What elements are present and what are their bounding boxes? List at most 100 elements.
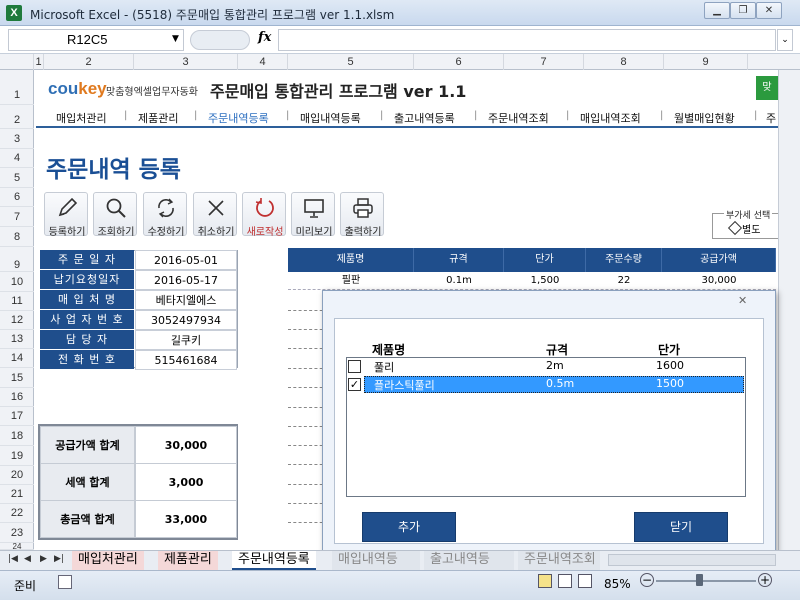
- sheet-tab-purchase-register[interactable]: 매입내역등: [332, 551, 420, 570]
- row-header[interactable]: 23: [0, 523, 34, 543]
- row-header[interactable]: 10: [0, 272, 34, 292]
- expand-formula-bar-icon[interactable]: ⌄: [777, 29, 793, 51]
- row-header[interactable]: 16: [0, 388, 34, 407]
- column-header[interactable]: 8: [584, 54, 664, 70]
- row-header[interactable]: 7: [0, 207, 34, 227]
- zoom-slider[interactable]: [656, 580, 756, 582]
- zoom-level[interactable]: 85%: [604, 577, 631, 591]
- row-header[interactable]: 8: [0, 227, 34, 247]
- sheet-tab-product[interactable]: 제품관리: [158, 551, 218, 570]
- table-cell[interactable]: 1,500: [504, 272, 586, 290]
- close-dialog-button[interactable]: 닫기: [634, 512, 728, 542]
- close-window-icon[interactable]: ✕: [756, 2, 782, 19]
- column-header[interactable]: 9: [664, 54, 748, 70]
- name-box[interactable]: R12C5: [8, 29, 184, 51]
- vendor-name-field[interactable]: 베타지엘에스: [135, 290, 237, 310]
- tab-last-icon[interactable]: ▶|: [54, 554, 64, 564]
- list-item-checkbox-checked[interactable]: ✓: [348, 378, 361, 391]
- register-button[interactable]: 등록하기: [44, 192, 88, 238]
- nav-item-order-search[interactable]: 주문내역조회: [488, 110, 549, 126]
- row-header[interactable]: 3: [0, 129, 34, 149]
- green-shortcut-button[interactable]: 맞: [756, 76, 778, 100]
- search-button[interactable]: 조회하기: [93, 192, 137, 238]
- list-item-checkbox[interactable]: [348, 360, 361, 373]
- grand-total-value: 33,000: [135, 500, 237, 538]
- nav-item-vendor[interactable]: 매입처관리: [56, 110, 107, 126]
- row-header[interactable]: 9: [0, 247, 34, 272]
- row-header[interactable]: 19: [0, 446, 34, 466]
- column-header[interactable]: 3: [134, 54, 238, 70]
- tax-option-label[interactable]: 별도: [742, 221, 760, 236]
- row-header[interactable]: 14: [0, 349, 34, 368]
- minimize-icon[interactable]: ▁: [704, 2, 730, 19]
- row-header[interactable]: 24: [0, 543, 34, 551]
- manager-field[interactable]: 길쿠키: [135, 330, 237, 350]
- table-cell[interactable]: 필판: [288, 272, 414, 290]
- insert-function-icon[interactable]: fx: [258, 30, 271, 45]
- table-cell[interactable]: 30,000: [662, 272, 776, 290]
- nav-item-order-register[interactable]: 주문내역등록: [208, 110, 269, 126]
- row-header[interactable]: 20: [0, 466, 34, 485]
- macro-record-icon[interactable]: [58, 575, 72, 589]
- nav-item-more[interactable]: 주: [766, 110, 776, 126]
- add-button[interactable]: 추가: [362, 512, 456, 542]
- zoom-slider-thumb[interactable]: [696, 574, 703, 586]
- vertical-scrollbar[interactable]: [778, 70, 800, 550]
- modify-button[interactable]: 수정하기: [143, 192, 187, 238]
- print-button[interactable]: 출력하기: [340, 192, 384, 238]
- row-header[interactable]: 18: [0, 426, 34, 446]
- row-header[interactable]: 11: [0, 292, 34, 311]
- formula-bar-handle[interactable]: [190, 30, 250, 50]
- order-date-field[interactable]: 2016-05-01: [135, 250, 237, 270]
- tab-prev-icon[interactable]: ◀: [24, 554, 31, 564]
- preview-button[interactable]: 미리보기: [291, 192, 335, 238]
- row-header[interactable]: 12: [0, 311, 34, 330]
- nav-item-purchase-search[interactable]: 매입내역조회: [580, 110, 641, 126]
- nav-item-monthly-purchase[interactable]: 월별매입현황: [674, 110, 735, 126]
- sheet-tab-vendor[interactable]: 매입처관리: [72, 551, 144, 570]
- page-layout-icon[interactable]: [558, 574, 572, 588]
- normal-view-icon[interactable]: [538, 574, 552, 588]
- row-header[interactable]: 21: [0, 485, 34, 504]
- tab-next-icon[interactable]: ▶: [40, 554, 47, 564]
- sheet-tab-order-register[interactable]: 주문내역등록: [232, 551, 316, 570]
- new-button[interactable]: 새로작성: [242, 192, 286, 238]
- column-header[interactable]: 5: [288, 54, 414, 70]
- row-header[interactable]: 4: [0, 149, 34, 168]
- excel-app-icon[interactable]: X: [6, 5, 22, 21]
- business-number-field[interactable]: 3052497934: [135, 310, 237, 330]
- nav-item-purchase-register[interactable]: 매입내역등록: [300, 110, 361, 126]
- page-break-icon[interactable]: [578, 574, 592, 588]
- cancel-button[interactable]: 취소하기: [193, 192, 237, 238]
- due-date-field[interactable]: 2016-05-17: [135, 270, 237, 290]
- sheet-tab-order-search[interactable]: 주문내역조회: [518, 551, 600, 570]
- phone-field[interactable]: 515461684: [135, 350, 237, 370]
- horizontal-scrollbar[interactable]: [608, 554, 776, 566]
- row-header[interactable]: 13: [0, 330, 34, 349]
- zoom-in-icon[interactable]: +: [758, 573, 772, 587]
- row-header[interactable]: 15: [0, 368, 34, 388]
- row-header[interactable]: 17: [0, 407, 34, 426]
- zoom-out-icon[interactable]: −: [640, 573, 654, 587]
- name-box-dropdown-icon[interactable]: ▼: [172, 34, 179, 44]
- tab-first-icon[interactable]: |◀: [8, 554, 18, 564]
- nav-item-product[interactable]: 제품관리: [138, 110, 178, 126]
- dialog-close-icon[interactable]: ✕: [738, 294, 747, 307]
- row-header[interactable]: 1: [0, 70, 34, 105]
- formula-input[interactable]: [278, 29, 776, 51]
- column-header[interactable]: 6: [414, 54, 504, 70]
- column-header[interactable]: 2: [44, 54, 134, 70]
- column-header[interactable]: 4: [238, 54, 288, 70]
- table-cell[interactable]: 0.1m: [414, 272, 504, 290]
- restore-icon[interactable]: ❐: [730, 2, 756, 19]
- row-header[interactable]: 2: [0, 105, 34, 129]
- column-header[interactable]: 7: [504, 54, 584, 70]
- table-cell[interactable]: 22: [586, 272, 662, 290]
- row-header[interactable]: 5: [0, 168, 34, 188]
- column-header[interactable]: 1: [34, 54, 44, 70]
- row-header[interactable]: 6: [0, 188, 34, 207]
- row-header[interactable]: 22: [0, 504, 34, 523]
- sheet-tab-shipment-register[interactable]: 출고내역등: [424, 551, 514, 570]
- select-all-corner[interactable]: [0, 54, 34, 70]
- nav-item-shipment-register[interactable]: 출고내역등록: [394, 110, 455, 126]
